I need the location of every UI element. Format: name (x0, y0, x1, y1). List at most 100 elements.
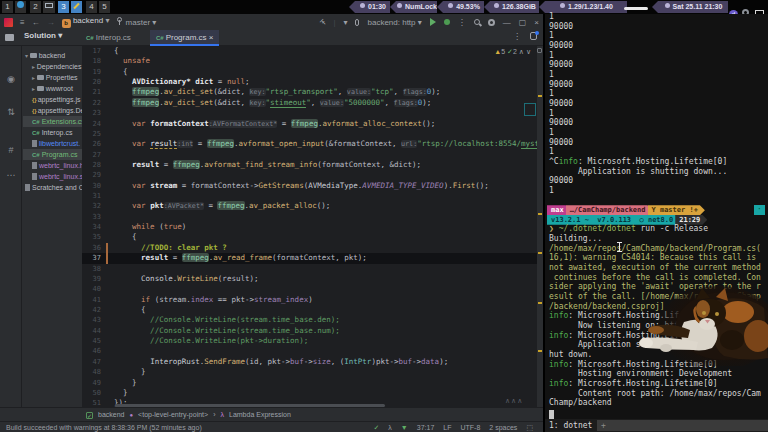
build-status-message: Build succeeded with warnings at 8:38:36… (6, 423, 202, 432)
tool-window-icon-3[interactable]: ⋯ (4, 168, 18, 182)
tree-item-label: Interop.cs (42, 129, 73, 136)
tree-item-appsettings-de[interactable]: {}appsettings.De (23, 105, 82, 116)
breadcrumb-item[interactable]: Lambda Expression (229, 408, 291, 422)
gear-tray-icon[interactable] (742, 2, 752, 12)
window-minimize-button[interactable]: — (503, 18, 511, 27)
tree-item-dependencies[interactable]: ▸ Dependencies (23, 61, 82, 72)
tree-item-appsettings-js[interactable]: {}appsettings.js (23, 94, 82, 105)
tool-window-icon-1[interactable]: ⇅ (4, 105, 18, 119)
monitor-tray-icon[interactable] (755, 2, 765, 12)
window-close-button[interactable]: × (534, 18, 539, 27)
run-button[interactable] (430, 18, 436, 26)
tree-item-interop-cs[interactable]: C#Interop.cs (23, 127, 82, 138)
terminal-window[interactable]: 1900001900001900001900001900001900001900… (545, 14, 768, 432)
tree-item-label: wwwroot (46, 85, 73, 92)
tab-close-icon[interactable]: × (207, 33, 214, 42)
json-file-icon: {} (32, 97, 37, 103)
project-tool-button[interactable] (5, 34, 14, 43)
back-button[interactable]: ← (32, 18, 40, 27)
tree-item-backend[interactable]: ▾ backend (23, 50, 82, 61)
tmux-window-label[interactable]: 1: dotnet (545, 421, 592, 430)
code-text: result = ffmpeg.av_read_frame(formatCont… (114, 253, 367, 263)
terminal-line: 1 (545, 31, 768, 41)
calendar-icon (665, 3, 670, 8)
tree-item-scratches-and-co[interactable]: Scratches and Co (23, 182, 82, 193)
terminal-line: v13.2.1 ~ v7.0.113 ○ net8.021:29 (545, 215, 768, 225)
indent-style[interactable]: 2 spaces (489, 423, 517, 432)
notifications-icon[interactable] (530, 32, 537, 42)
tree-item-label: libwebrtcrust. (39, 140, 80, 147)
debug-button[interactable] (444, 19, 450, 25)
module-check-icon: ✓ (86, 412, 93, 419)
lock-icon[interactable]: ⬚ (526, 423, 533, 432)
line-number: 29 (82, 170, 101, 180)
terminal-line: 90000 (545, 138, 768, 148)
code-text: InteropRust.SendFrame(id, pkt->buf->size… (114, 357, 448, 367)
more-actions-icon[interactable]: ⋮ (458, 18, 466, 27)
tab-interop-cs[interactable]: C#Interop.cs (80, 30, 137, 46)
code-editor[interactable]: 17{18 unsafe19 {20 AVDictionary* dict = … (82, 46, 537, 419)
dotnet-tray-icon[interactable]: d (729, 2, 739, 12)
file-encoding[interactable]: UTF-8 (461, 423, 481, 432)
code-line: 33 (82, 212, 537, 222)
tree-item-program-cs[interactable]: C#Program.cs (23, 149, 82, 160)
tree-item-extensions-cs[interactable]: C#Extensions.cs (23, 116, 82, 127)
tool-window-icon-2[interactable]: # (4, 143, 18, 157)
tree-item-libwebrtcrust-[interactable]: libwebrtcrust. (23, 138, 82, 149)
workspace-button[interactable]: 5 (99, 1, 110, 13)
branch-widget[interactable]: master ▾ (116, 17, 156, 27)
inspections-ok-icon[interactable]: ✓ (373, 423, 379, 432)
laptop-icon[interactable] (43, 1, 55, 13)
code-text: var formatContext:AVFormatContext* = ffm… (114, 119, 435, 129)
tree-item-wwwroot[interactable]: ▸ wwwroot (23, 83, 82, 94)
globe-icon[interactable] (15, 1, 26, 13)
run-config-name[interactable]: backend: http ▾ (367, 18, 421, 27)
breadcrumb-module[interactable]: backend (98, 408, 124, 422)
prompt-segment: …/CamChamp/backend (566, 205, 653, 215)
terminal-line: ❯ ~/.dotnet/dotnet run -c Release (545, 224, 768, 234)
tree-item-properties[interactable]: ▸ Properties (23, 72, 82, 83)
chevron-down-icon[interactable]: ▾ (343, 18, 347, 27)
workspace-button[interactable]: 4 (86, 1, 97, 13)
code-text: var stream = formatContext->GetStreams(A… (114, 181, 489, 191)
line-number: 46 (82, 346, 101, 356)
desktop: 1234501:30NumLock49.53%126.38GiB1.29/1.2… (0, 0, 768, 432)
tab-program-cs[interactable]: C#Program.cs × (150, 30, 219, 46)
window-maximize-button[interactable]: ▢ (519, 18, 527, 27)
terminal-line: Building... (545, 234, 768, 244)
tree-item-webrtc_linux-h[interactable]: webrtc_linux.h (23, 160, 82, 171)
forward-button[interactable]: → (47, 18, 55, 27)
search-icon[interactable] (474, 19, 480, 25)
workspace-button[interactable]: 1 (2, 1, 13, 13)
code-text: if (stream.index == pkt->stream_index) (114, 295, 313, 305)
project-widget[interactable]: b backend ▾ (62, 16, 110, 28)
next-issue-icon[interactable]: ∨ (526, 48, 531, 55)
workspace-button[interactable]: 2 (30, 1, 41, 13)
tree-item-webrtc_linux-s[interactable]: webrtc_linux.s (23, 171, 82, 182)
build-hammer-icon[interactable]: Ŧ (318, 17, 328, 27)
code-line: 26 var result:int = ffmpeg.avformat_open… (82, 139, 537, 149)
main-menu-button[interactable]: ≡ (20, 18, 25, 27)
line-separator[interactable]: LF (443, 423, 451, 432)
tool-window-icon-0[interactable]: ◉ (4, 72, 18, 86)
caret-position[interactable]: 37:17 (417, 423, 435, 432)
prompt-segment: v13.2.1 ~ v7.0.113 ○ net8.0 (547, 215, 680, 225)
workspace-button[interactable]: 3 (58, 1, 69, 13)
lambda-status-icon[interactable]: λ (388, 423, 392, 432)
code-line: 39 Console.WriteLine(result); (82, 274, 537, 284)
tree-item-label: Dependencies (37, 63, 82, 70)
terminal-line: 1 (545, 89, 768, 99)
line-number: 24 (82, 119, 101, 129)
terminal-line: 16,1): warning CS4014: Because this call… (545, 253, 768, 263)
pencil-icon[interactable] (71, 1, 82, 13)
tab-bar-more-icon[interactable]: ⋮ (513, 32, 521, 41)
vcs-update-icon[interactable]: ▼ (401, 423, 408, 432)
settings-gear-icon[interactable] (488, 19, 495, 26)
scrollbar-settings-icon[interactable] (537, 48, 542, 53)
inspection-widget[interactable]: ▲5 ✓2 ∧ ∨ (494, 48, 531, 56)
code-text: //TODO: clear pkt ? (114, 243, 227, 253)
editor-scrollbar[interactable] (537, 46, 543, 419)
breadcrumb-item[interactable]: <top-level-entry-point> (138, 408, 208, 422)
prev-issue-icon[interactable]: ∧ (519, 48, 526, 55)
cat-photo (626, 284, 768, 366)
